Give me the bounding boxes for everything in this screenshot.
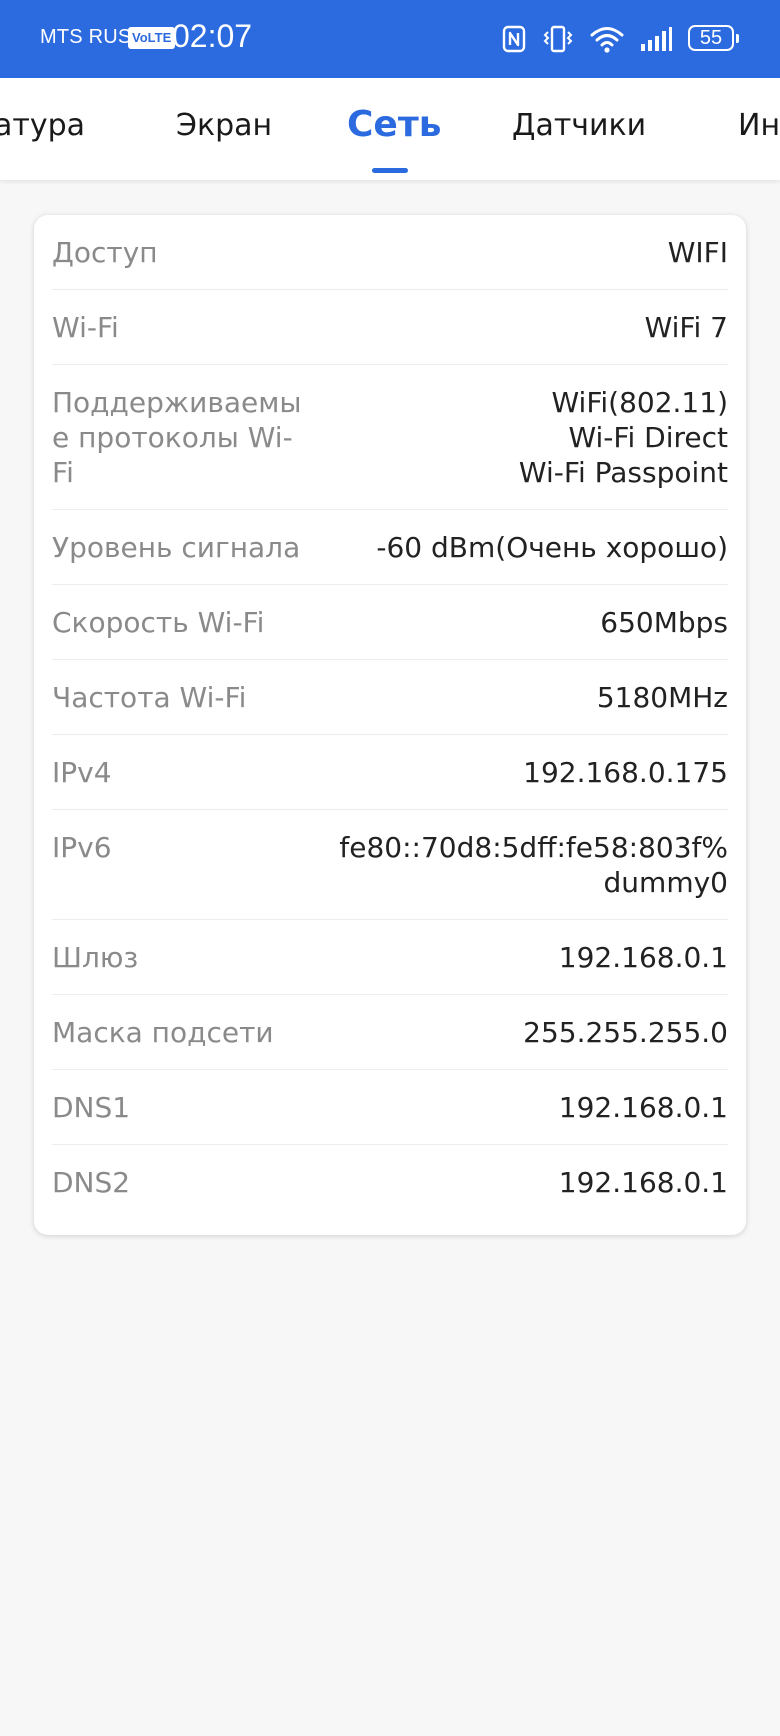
tab-sensors[interactable]: Датчики — [512, 108, 646, 143]
tab-bar: атура Экран Сеть Датчики Ин — [0, 78, 780, 180]
row-value: WIFI — [667, 236, 728, 269]
row-value: WiFi 7 — [644, 311, 728, 344]
active-tab-indicator — [372, 168, 408, 173]
row-label: DNS2 — [52, 1166, 131, 1199]
carrier-name: MTS RUS — [40, 26, 132, 48]
row-label: Wi-Fi — [52, 311, 119, 344]
nfc-icon — [502, 25, 526, 53]
info-row-supported-protocols: Поддерживаемые протоколы Wi-Fi WiFi(802.… — [52, 365, 728, 510]
tab-screen[interactable]: Экран — [176, 108, 272, 143]
wifi-icon — [590, 25, 624, 53]
row-label: Частота Wi-Fi — [52, 681, 247, 714]
tab-network[interactable]: Сеть — [347, 104, 441, 145]
row-value: 192.168.0.1 — [558, 1166, 728, 1199]
info-row-ipv6: IPv6 fe80::70d8:5dff:fe58:803f% dummy0 — [52, 810, 728, 920]
battery-icon: 55 — [688, 25, 740, 53]
signal-icon — [640, 26, 672, 52]
row-label: IPv4 — [52, 756, 112, 789]
info-row-wifi: Wi-Fi WiFi 7 — [52, 290, 728, 365]
row-label: Скорость Wi-Fi — [52, 606, 265, 639]
info-row-wifi-frequency: Частота Wi-Fi 5180MHz — [52, 660, 728, 735]
row-value: fe80::70d8:5dff:fe58:803f% dummy0 — [339, 831, 728, 899]
row-label: Маска подсети — [52, 1016, 274, 1049]
row-value: 192.168.0.175 — [523, 756, 728, 789]
row-label: DNS1 — [52, 1091, 131, 1124]
row-value: 192.168.0.1 — [558, 1091, 728, 1124]
row-label: Доступ — [52, 236, 158, 269]
status-icons: 55 — [502, 22, 740, 56]
volte-badge: VoLTE — [128, 27, 176, 49]
info-row-access: Доступ WIFI — [52, 215, 728, 290]
info-row-wifi-speed: Скорость Wi-Fi 650Mbps — [52, 585, 728, 660]
row-label: IPv6 — [52, 831, 112, 864]
status-bar: MTS RUS VoLTE 02:07 55 — [0, 0, 780, 78]
info-row-signal-level: Уровень сигнала -60 dBm(Очень хорошо) — [52, 510, 728, 585]
row-label: Поддерживаемые протоколы Wi-Fi — [52, 386, 302, 489]
info-row-ipv4: IPv4 192.168.0.175 — [52, 735, 728, 810]
info-row-dns1: DNS1 192.168.0.1 — [52, 1070, 728, 1145]
battery-level: 55 — [699, 27, 723, 49]
info-row-gateway: Шлюз 192.168.0.1 — [52, 920, 728, 995]
row-value: WiFi(802.11) Wi-Fi Direct Wi-Fi Passpoin… — [518, 386, 728, 489]
row-value: 255.255.255.0 — [523, 1016, 728, 1049]
row-value: 650Mbps — [600, 606, 728, 639]
row-label: Шлюз — [52, 941, 139, 974]
info-row-dns2: DNS2 192.168.0.1 — [52, 1145, 728, 1220]
tab-partial-right[interactable]: Ин — [738, 108, 780, 143]
info-row-subnet-mask: Маска подсети 255.255.255.0 — [52, 995, 728, 1070]
vibrate-icon — [542, 25, 574, 53]
row-value: -60 dBm(Очень хорошо) — [376, 531, 728, 564]
tab-partial-left[interactable]: атура — [0, 108, 85, 143]
row-value: 192.168.0.1 — [558, 941, 728, 974]
row-label: Уровень сигнала — [52, 531, 301, 564]
network-info-card: Доступ WIFI Wi-Fi WiFi 7 Поддерживаемые … — [34, 215, 746, 1235]
row-value: 5180MHz — [596, 681, 728, 714]
status-clock: 02:07 — [172, 18, 253, 54]
